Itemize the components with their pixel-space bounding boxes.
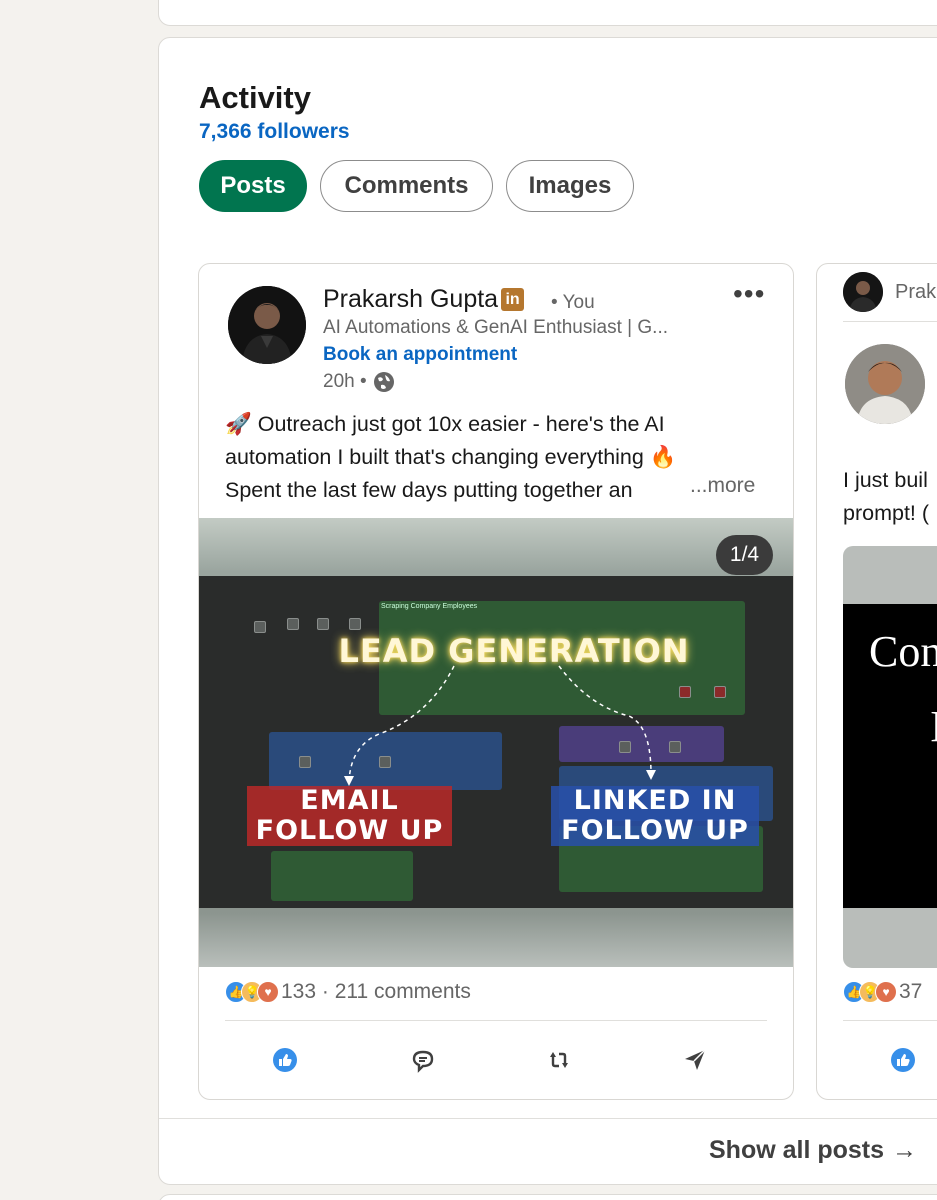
image-text: I	[930, 701, 937, 752]
email-label-2: FOLLOW UP	[247, 816, 452, 846]
reaction-count[interactable]: 133 · 211 comments	[281, 980, 471, 1004]
see-more-button[interactable]: ...more	[690, 474, 756, 498]
workflow-image: Scraping Company Employees LEAD GENERATI…	[199, 576, 793, 908]
more-options-icon[interactable]: •••	[733, 278, 765, 310]
linkedin-premium-icon: in	[501, 288, 525, 311]
carousel-counter: 1/4	[716, 535, 773, 575]
linkedin-label-1: LINKED IN	[551, 786, 759, 816]
activity-title: Activity	[199, 80, 311, 115]
love-reaction-icon: ♥	[875, 981, 897, 1003]
divider	[159, 1118, 937, 1119]
author-avatar-small[interactable]	[843, 272, 883, 312]
like-icon	[273, 1048, 297, 1072]
avatar-photo-icon	[845, 344, 925, 424]
comment-button[interactable]	[403, 1040, 443, 1080]
globe-icon	[373, 372, 394, 392]
divider	[843, 321, 937, 322]
reaction-count[interactable]: 37	[899, 980, 922, 1004]
comment-icon	[412, 1050, 434, 1073]
post-body: 🚀 Outreach just got 10x easier - here's …	[225, 408, 770, 507]
image-text: Con	[869, 627, 937, 676]
like-button[interactable]	[883, 1040, 923, 1080]
author-avatar[interactable]	[228, 286, 306, 364]
post-actions	[199, 1040, 793, 1080]
book-appointment-link[interactable]: Book an appointment	[323, 344, 517, 366]
followers-link[interactable]: 7,366 followers	[199, 120, 350, 144]
post-meta: 20h •	[323, 371, 395, 393]
post-text-line: I just buil	[843, 468, 928, 492]
post-text-line: prompt! (	[843, 501, 930, 525]
post-text-line: 🚀 Outreach just got 10x easier - here's …	[225, 412, 665, 436]
tab-comments[interactable]: Comments	[320, 160, 493, 212]
repost-icon	[550, 1052, 568, 1068]
divider	[225, 1020, 767, 1021]
love-reaction-icon: ♥	[257, 981, 279, 1003]
reaction-icons: 👍 💡 ♥	[843, 981, 897, 1003]
workflow-arrows	[344, 665, 656, 786]
reactions-summary[interactable]: 👍 💡 ♥ 37	[843, 980, 922, 1004]
reactions-summary[interactable]: 👍 💡 ♥ 133 · 211 comments	[225, 980, 471, 1004]
author-headline: AI Automations & GenAI Enthusiast | G...	[323, 317, 668, 338]
divider	[843, 1020, 937, 1021]
like-button[interactable]	[265, 1040, 305, 1080]
next-section-card	[158, 1194, 937, 1200]
activity-section: Activity 7,366 followers Posts Comments …	[158, 37, 937, 1185]
send-icon	[685, 1049, 706, 1070]
post-body: I just buil prompt! (	[843, 464, 929, 530]
post-card[interactable]: Prak I just buil prompt! ( Con I 👍 💡 ♥	[816, 263, 937, 1100]
post-text-line: automation I built that's changing every…	[225, 445, 677, 469]
email-label-1: EMAIL	[247, 786, 452, 816]
author-avatar[interactable]	[845, 344, 925, 424]
like-icon	[891, 1048, 915, 1072]
avatar-photo-icon	[228, 286, 306, 364]
post-time: 20h •	[323, 371, 367, 392]
author-name[interactable]: Prakarsh Gupta in	[323, 285, 525, 314]
lead-generation-title: LEAD GENERATION	[338, 632, 690, 670]
tab-posts[interactable]: Posts	[199, 160, 307, 212]
you-tag: • You	[551, 292, 595, 313]
show-all-posts-button[interactable]: Show all posts →	[709, 1136, 917, 1165]
previous-section-card	[158, 0, 937, 26]
repost-button[interactable]	[539, 1040, 579, 1080]
author-name-text[interactable]: Prakarsh Gupta	[323, 285, 498, 314]
tab-images[interactable]: Images	[506, 160, 634, 212]
arrow-right-icon: →	[892, 1136, 918, 1164]
send-button[interactable]	[675, 1040, 715, 1080]
post-card[interactable]: Prakarsh Gupta in • You ••• AI Automatio…	[198, 263, 794, 1100]
post-image[interactable]: Con I	[843, 546, 937, 968]
author-name[interactable]: Prak	[895, 281, 936, 304]
post-text-line: Spent the last few days putting together…	[225, 478, 633, 502]
reaction-icons: 👍 💡 ♥	[225, 981, 279, 1003]
post-image-carousel[interactable]: Scraping Company Employees LEAD GENERATI…	[199, 518, 793, 967]
show-all-label: Show all posts	[709, 1136, 885, 1164]
linkedin-label-2: FOLLOW UP	[551, 816, 759, 846]
avatar-photo-icon	[843, 272, 883, 312]
